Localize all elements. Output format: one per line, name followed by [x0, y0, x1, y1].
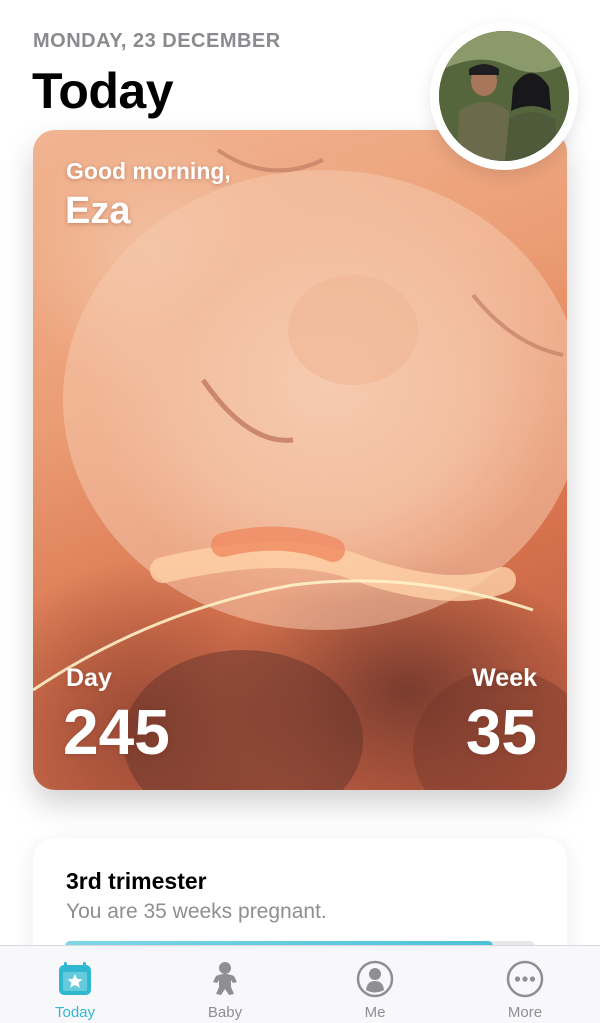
date-label: MONDAY, 23 DECEMBER	[33, 30, 281, 52]
trimester-subtitle: You are 35 weeks pregnant.	[66, 900, 327, 923]
tab-label-baby: Baby	[207, 1004, 243, 1021]
user-name: Eza	[65, 190, 131, 232]
week-label: Week	[472, 664, 537, 692]
page-title: Today	[32, 63, 174, 119]
calendar-star-icon	[54, 958, 96, 1000]
tab-label-me: Me	[364, 1004, 386, 1021]
today-screen: MONDAY, 23 DECEMBER Today Good morning, …	[0, 0, 600, 1023]
tab-more[interactable]: More	[450, 946, 600, 1023]
avatar	[439, 31, 569, 161]
day-value: 245	[63, 696, 170, 768]
tab-label-more: More	[507, 1004, 543, 1021]
person-icon	[354, 958, 396, 1000]
greeting-text: Good morning,	[66, 158, 231, 184]
baby-icon	[204, 958, 246, 1000]
pregnancy-hero-card[interactable]: Good morning, Eza Day 245 Week 35	[33, 130, 567, 790]
trimester-title: 3rd trimester	[66, 868, 207, 894]
tab-today[interactable]: Today	[0, 946, 150, 1023]
tab-me[interactable]: Me	[300, 946, 450, 1023]
week-value: 35	[465, 696, 537, 768]
tab-label-today: Today	[54, 1004, 96, 1021]
tab-baby[interactable]: Baby	[150, 946, 300, 1023]
tab-bar: Today Baby Me More	[0, 945, 600, 1023]
avatar-photo	[439, 31, 569, 161]
day-label: Day	[66, 664, 112, 692]
more-dots-icon	[504, 958, 546, 1000]
profile-avatar-button[interactable]	[430, 22, 578, 170]
